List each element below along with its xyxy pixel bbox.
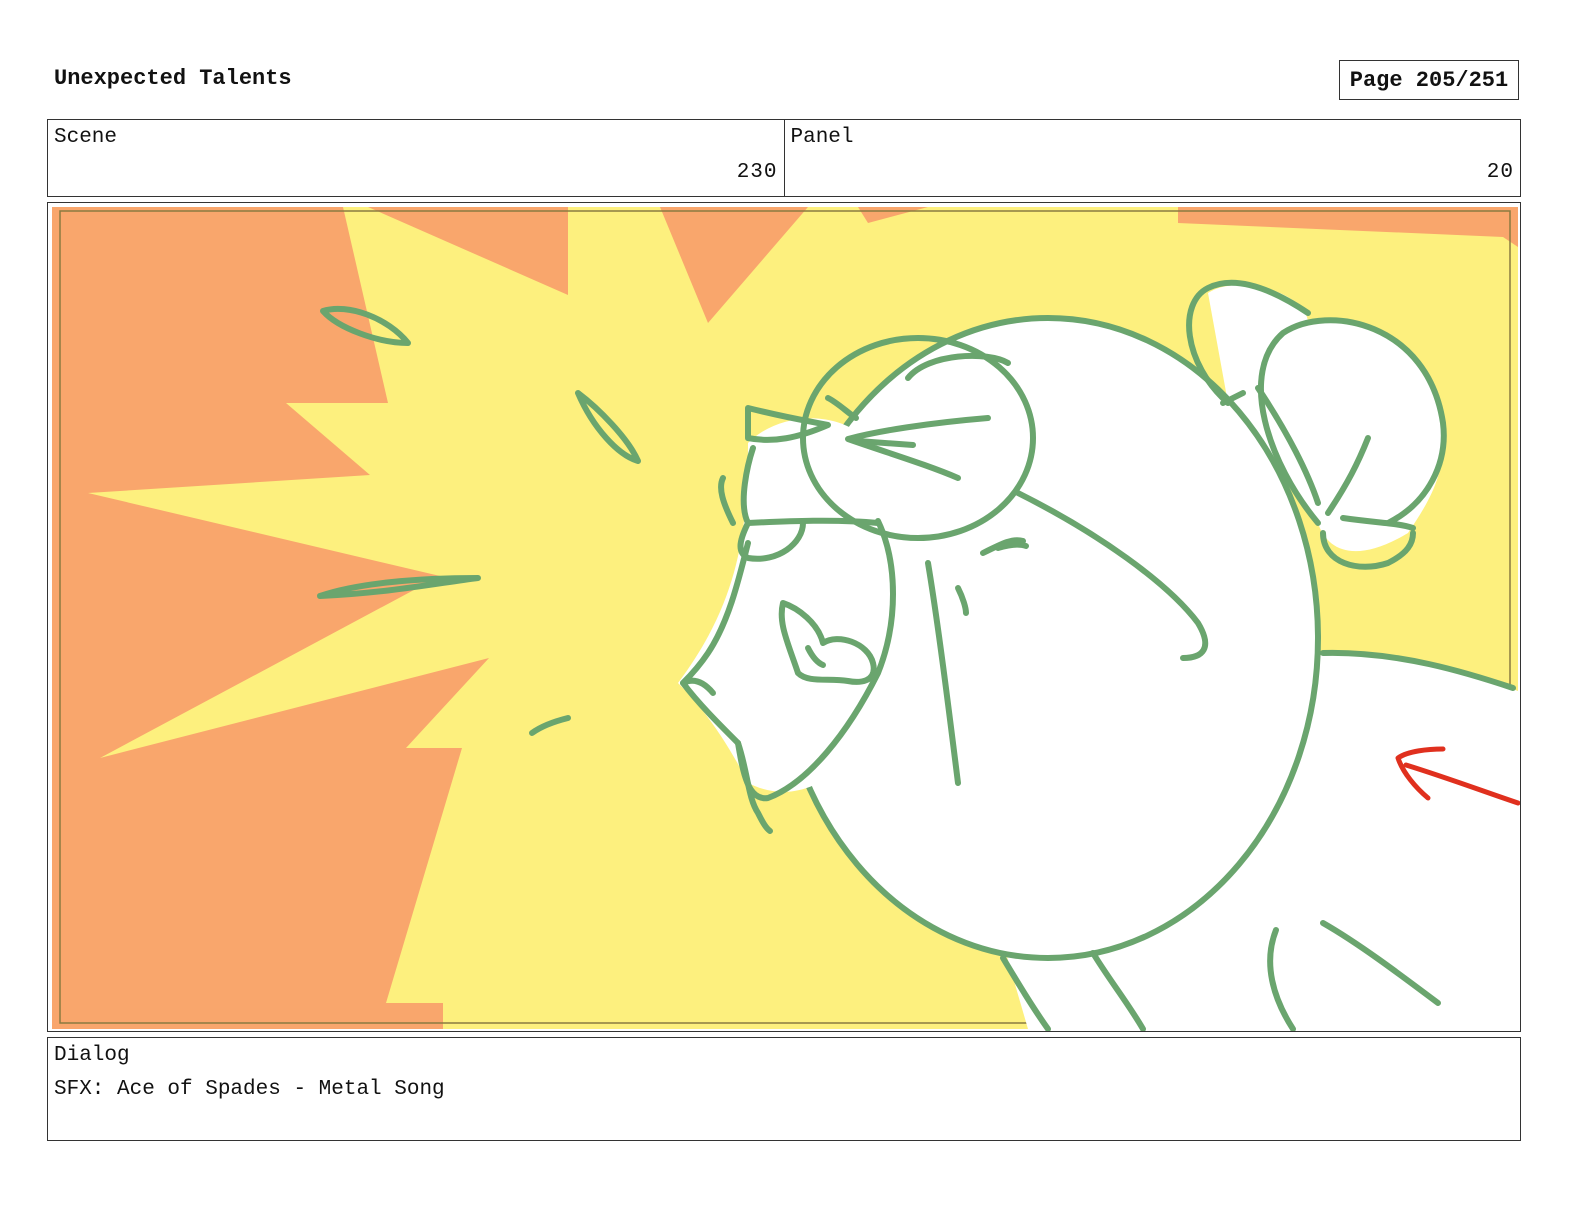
storyboard-title: Unexpected Talents — [54, 66, 292, 91]
dialog-box: Dialog SFX: Ace of Spades - Metal Song — [47, 1037, 1521, 1141]
storyboard-panel — [47, 202, 1521, 1032]
scene-cell: Scene 230 — [48, 120, 784, 196]
panel-number: 20 — [1486, 161, 1514, 184]
page-number-box: Page 205/251 — [1339, 60, 1519, 100]
panel-label: Panel — [790, 126, 854, 149]
panel-drawing — [52, 207, 1520, 1031]
scene-panel-info: Scene 230 Panel 20 — [47, 119, 1521, 197]
scene-number: 230 — [736, 161, 778, 184]
dialog-text: SFX: Ace of Spades - Metal Song — [54, 1078, 445, 1101]
scene-label: Scene — [54, 126, 118, 149]
panel-cell: Panel 20 — [783, 120, 1521, 196]
dialog-label: Dialog — [54, 1044, 130, 1067]
